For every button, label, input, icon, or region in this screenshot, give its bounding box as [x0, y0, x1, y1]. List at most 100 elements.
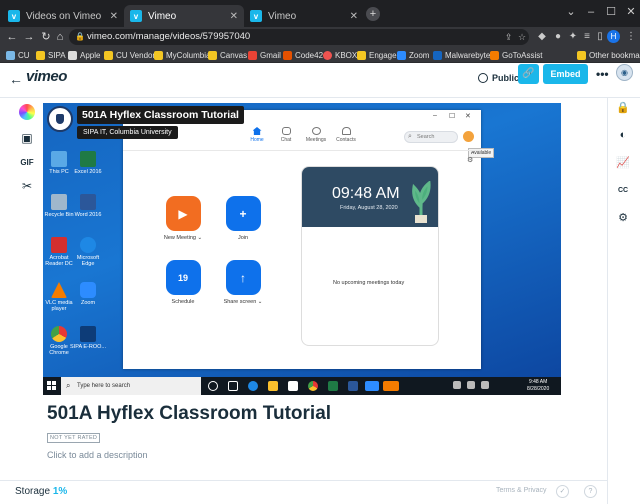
- folder-icon: [208, 50, 217, 60]
- bookmark-mycolumbia[interactable]: MyColumbia: [154, 49, 210, 61]
- bookmark-malwarebytes[interactable]: Malwarebytes: [433, 49, 494, 61]
- store-icon: [288, 381, 298, 391]
- embed-button[interactable]: Embed: [543, 64, 588, 84]
- sidebar-icon[interactable]: ▯: [593, 30, 607, 44]
- video-player[interactable]: This PC Excel 2016 Recycle Bin Word 2016…: [43, 103, 561, 395]
- bookmark-other[interactable]: Other bookmarks: [577, 49, 640, 61]
- folder-icon: [36, 50, 45, 60]
- bookmark-kbox[interactable]: KBOX: [323, 49, 357, 61]
- bookmark-gotoassist[interactable]: GoToAssist: [490, 49, 542, 61]
- vimeo-favicon-icon: v: [130, 10, 142, 22]
- help-icon[interactable]: ?: [584, 485, 597, 498]
- browser-toolbar: ← → ↻ ⌂ 🔒 vimeo.com/manage/videos/579957…: [0, 27, 640, 47]
- calendar-icon: 19: [165, 260, 201, 295]
- storage-value: 1%: [52, 486, 68, 497]
- zoom-icon: [80, 282, 96, 298]
- zoom-clock-banner: 09:48 AM Friday, August 28, 2020: [302, 167, 438, 227]
- vimeo-logo[interactable]: vimeo: [26, 68, 67, 85]
- puzzle-extensions-icon[interactable]: ✦: [566, 30, 580, 44]
- chrome-icon: [308, 381, 318, 391]
- edge-icon: [248, 381, 258, 391]
- code42-icon: [283, 50, 292, 60]
- plant-icon: [412, 181, 431, 223]
- bookmark-sipa[interactable]: SIPA: [36, 49, 66, 61]
- tab-vimeo-active[interactable]: v Vimeo ✕: [124, 5, 244, 27]
- profile-avatar[interactable]: H: [607, 30, 620, 43]
- zoom-schedule-button: 19 Schedule: [153, 260, 213, 305]
- analytics-icon[interactable]: 📈: [615, 155, 631, 171]
- taskbar-clock: 9:48 AM 8/28/2020: [527, 379, 550, 392]
- zoom-nav-contacts: Contacts: [331, 127, 361, 143]
- bookmark-zoom[interactable]: Zoom: [397, 49, 429, 61]
- globe-icon: [478, 73, 488, 83]
- volume-icon: [481, 381, 489, 389]
- browser-tab-bar: v Videos on Vimeo ✕ v Vimeo ✕ v Vimeo ✕ …: [0, 0, 640, 27]
- close-icon[interactable]: ✕: [350, 11, 358, 22]
- close-icon[interactable]: ✕: [110, 11, 118, 22]
- apple-icon: [68, 50, 77, 60]
- back-arrow-icon[interactable]: ←: [4, 29, 20, 45]
- extension-icon[interactable]: ●: [551, 30, 565, 44]
- bookmark-star-icon[interactable]: ☆: [518, 29, 526, 45]
- forward-arrow-icon[interactable]: →: [21, 29, 37, 45]
- gif-button[interactable]: GIF: [16, 151, 38, 173]
- desktop-icon: Excel 2016: [70, 151, 106, 175]
- desktop-icon: Zoom: [70, 282, 106, 306]
- address-bar[interactable]: 🔒 vimeo.com/manage/videos/579957040 ⇪ ☆: [69, 29, 529, 45]
- bookmark-apple[interactable]: Apple: [68, 49, 100, 61]
- bookmark-cu[interactable]: CU: [6, 49, 30, 61]
- color-wheel-icon[interactable]: [16, 101, 38, 123]
- more-options-icon[interactable]: •••: [596, 67, 609, 81]
- gear-icon[interactable]: ⚙: [615, 210, 631, 226]
- lock-icon[interactable]: 🔒: [615, 100, 631, 116]
- file-explorer-icon: [268, 381, 278, 391]
- image-icon[interactable]: ▣: [16, 127, 38, 149]
- tab-videos-on-vimeo[interactable]: v Videos on Vimeo ✕: [2, 5, 124, 27]
- folder-icon: [154, 50, 163, 60]
- window-close-icon[interactable]: ✕: [618, 0, 640, 27]
- extension-icon[interactable]: ◆: [535, 30, 549, 44]
- storage-meter[interactable]: Storage 1%: [15, 486, 67, 497]
- bookmark-canvas[interactable]: Canvas: [208, 49, 247, 61]
- bottom-bar: Storage 1% Terms & Privacy ✓ ?: [0, 480, 607, 504]
- network-icon: [467, 381, 475, 389]
- new-tab-plus-icon[interactable]: +: [366, 7, 380, 21]
- video-title[interactable]: 501A Hyflex Classroom Tutorial: [47, 403, 331, 425]
- close-icon[interactable]: ✕: [230, 11, 238, 22]
- contacts-icon: [341, 127, 351, 135]
- back-arrow-icon[interactable]: ←: [9, 71, 23, 87]
- palette-icon[interactable]: ◐: [615, 127, 631, 143]
- browser-menu-icon[interactable]: ⋮: [624, 30, 638, 44]
- share-icon[interactable]: ⇪: [505, 29, 513, 45]
- zoom-share-screen-button: ↑ Share screen ⌄: [213, 260, 273, 305]
- desktop-background: This PC Excel 2016 Recycle Bin Word 2016…: [43, 103, 561, 377]
- kbox-icon: [323, 50, 332, 60]
- privacy-button[interactable]: Public: [478, 73, 519, 83]
- bookmark-code42[interactable]: Code42: [283, 49, 323, 61]
- bookmark-cu-vendors[interactable]: CU Vendors: [104, 49, 159, 61]
- zoom-meetings-card: 09:48 AM Friday, August 28, 2020 No upco…: [301, 166, 439, 346]
- taskbar-search: Type here to search: [61, 377, 201, 395]
- user-avatar[interactable]: ◉: [616, 64, 633, 81]
- description-field[interactable]: Click to add a description: [47, 450, 148, 460]
- scissors-icon[interactable]: ✂: [16, 175, 38, 197]
- lock-icon: 🔒: [75, 32, 85, 41]
- reading-list-icon[interactable]: ≡: [580, 30, 594, 44]
- bookmark-gmail[interactable]: Gmail: [248, 49, 281, 61]
- bookmark-engage[interactable]: Engage: [357, 49, 397, 61]
- bookmarks-bar: CU SIPA Apple CU Vendors MyColumbia Canv…: [0, 47, 640, 63]
- zoom-join-button: + Join: [213, 196, 273, 241]
- edge-icon: [80, 237, 96, 253]
- home-icon: [252, 127, 262, 135]
- home-icon[interactable]: ⌂: [52, 29, 68, 45]
- tab-vimeo[interactable]: v Vimeo ✕: [244, 5, 364, 27]
- rating-badge[interactable]: NOT YET RATED: [47, 433, 101, 443]
- copy-link-button[interactable]: 🔗: [518, 64, 539, 84]
- terms-privacy-link[interactable]: Terms & Privacy: [496, 487, 547, 494]
- monitor-icon: [51, 151, 67, 167]
- check-icon[interactable]: ✓: [556, 485, 569, 498]
- columbia-crown-logo: [47, 106, 73, 132]
- captions-icon[interactable]: CC: [615, 183, 631, 199]
- zoom-time: 09:48 AM: [332, 185, 400, 202]
- maximize-icon: ☐: [449, 113, 456, 120]
